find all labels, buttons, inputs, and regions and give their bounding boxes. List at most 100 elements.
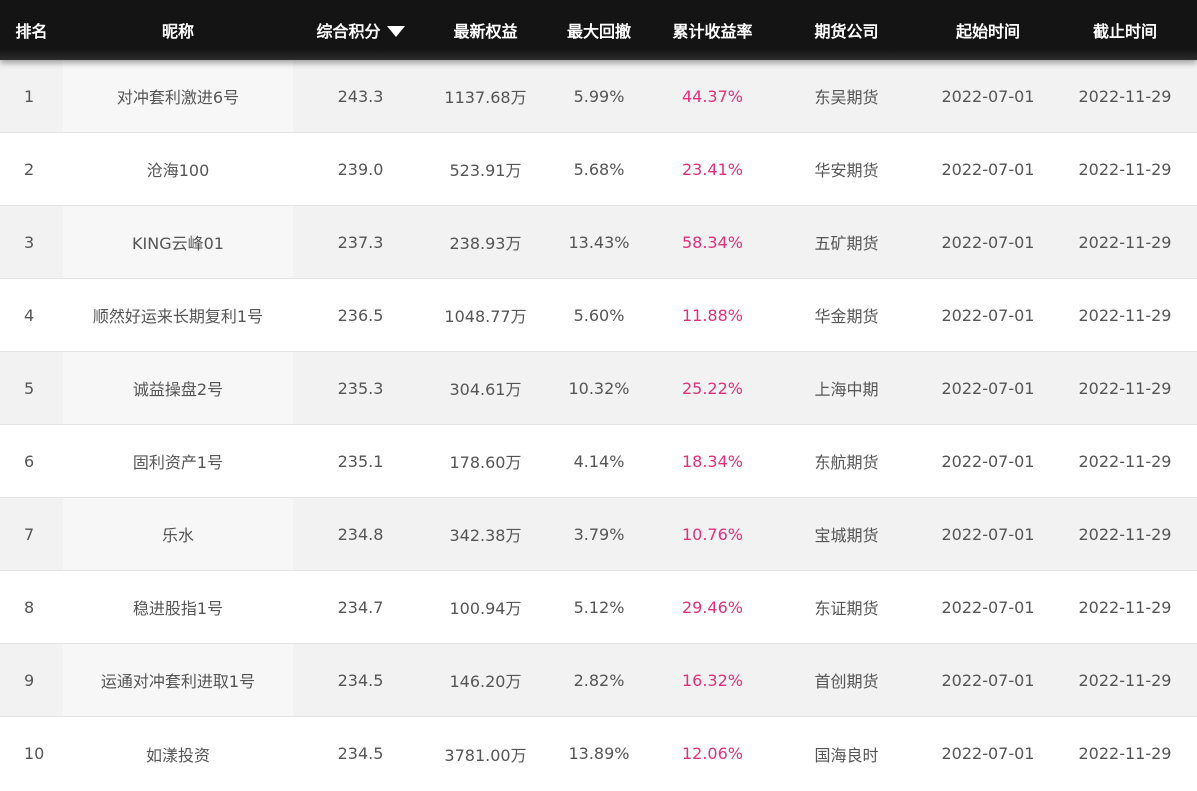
score-cell: 234.8	[337, 524, 384, 544]
rank-cell: 9	[24, 670, 35, 690]
end-date-cell: 2022-11-29	[1078, 305, 1172, 325]
start-date-cell: 2022-07-01	[941, 232, 1035, 252]
table-header: 排名 昵称 综合积分 最新权益 最大回撤 累计收益率 期货公司 起始时间 截止时…	[0, 0, 1197, 60]
nickname-cell[interactable]: 运通对冲套利进取1号	[63, 644, 293, 716]
end-date-cell: 2022-11-29	[1078, 670, 1172, 690]
start-date-cell: 2022-07-01	[941, 159, 1035, 179]
nickname-cell[interactable]: 诚益操盘2号	[63, 352, 293, 424]
return-cell: 23.41%	[681, 159, 743, 179]
table-row[interactable]: 4 顺然好运来长期复利1号 236.5 1048.77万 5.60% 11.88…	[0, 279, 1197, 352]
table-row[interactable]: 6 固利资产1号 235.1 178.60万 4.14% 18.34% 东航期货…	[0, 425, 1197, 498]
return-cell: 18.34%	[681, 451, 743, 471]
table-row[interactable]: 5 诚益操盘2号 235.3 304.61万 10.32% 25.22% 上海中…	[0, 352, 1197, 425]
table-row[interactable]: 2 沧海100 239.0 523.91万 5.68% 23.41% 华安期货 …	[0, 133, 1197, 206]
equity-cell: 238.93万	[449, 234, 522, 253]
return-cell: 58.34%	[681, 232, 743, 252]
score-cell: 239.0	[337, 159, 384, 179]
equity-cell: 304.61万	[449, 380, 522, 399]
end-date-cell: 2022-11-29	[1078, 744, 1172, 763]
header-return: 累计收益率	[672, 22, 753, 41]
start-date-cell: 2022-07-01	[941, 86, 1035, 106]
drawdown-cell: 3.79%	[573, 524, 625, 544]
equity-cell: 342.38万	[449, 526, 522, 545]
rank-cell: 1	[24, 86, 35, 106]
return-cell: 10.76%	[681, 524, 743, 544]
broker-cell: 宝城期货	[814, 526, 879, 545]
broker-cell: 华金期货	[814, 307, 879, 326]
table-row[interactable]: 8 稳进股指1号 234.7 100.94万 5.12% 29.46% 东证期货…	[0, 571, 1197, 644]
nickname-cell[interactable]: 稳进股指1号	[63, 571, 293, 643]
score-cell: 237.3	[337, 232, 384, 252]
nickname-cell[interactable]: 如漾投资	[63, 717, 293, 790]
sort-desc-triangle-icon[interactable]	[386, 25, 405, 37]
nickname-cell[interactable]: 对冲套利激进6号	[63, 60, 293, 132]
header-score-sort[interactable]: 综合积分	[293, 0, 428, 60]
end-date-cell: 2022-11-29	[1078, 597, 1172, 617]
equity-cell: 100.94万	[449, 599, 522, 618]
start-date-cell: 2022-07-01	[941, 744, 1035, 763]
rank-cell: 8	[24, 597, 35, 617]
rank-cell: 2	[24, 159, 35, 179]
table-body: 1 对冲套利激进6号 243.3 1137.68万 5.99% 44.37% 东…	[0, 60, 1197, 790]
drawdown-cell: 2.82%	[573, 670, 625, 690]
table-row[interactable]: 10 如漾投资 234.5 3781.00万 13.89% 12.06% 国海良…	[0, 717, 1197, 790]
header-score-label: 综合积分	[316, 22, 381, 41]
drawdown-cell: 13.43%	[568, 232, 630, 252]
equity-cell: 178.60万	[449, 453, 522, 472]
equity-cell: 1137.68万	[444, 88, 527, 107]
table-row[interactable]: 1 对冲套利激进6号 243.3 1137.68万 5.99% 44.37% 东…	[0, 60, 1197, 133]
rank-cell: 10	[24, 744, 45, 763]
end-date-cell: 2022-11-29	[1078, 378, 1172, 398]
table-row[interactable]: 9 运通对冲套利进取1号 234.5 146.20万 2.82% 16.32% …	[0, 644, 1197, 717]
score-cell: 234.5	[337, 670, 384, 690]
ranking-table: 排名 昵称 综合积分 最新权益 最大回撤 累计收益率 期货公司 起始时间 截止时…	[0, 0, 1197, 791]
start-date-cell: 2022-07-01	[941, 378, 1035, 398]
return-cell: 16.32%	[681, 670, 743, 690]
rank-cell: 3	[24, 232, 35, 252]
header-broker: 期货公司	[814, 22, 879, 41]
header-end-date: 截止时间	[1092, 22, 1157, 41]
nickname-cell[interactable]: 顺然好运来长期复利1号	[63, 279, 293, 351]
broker-cell: 东航期货	[814, 453, 879, 472]
rank-cell: 6	[24, 451, 35, 471]
end-date-cell: 2022-11-29	[1078, 451, 1172, 471]
broker-cell: 国海良时	[814, 745, 879, 765]
nickname-cell[interactable]: KING云峰01	[63, 206, 293, 278]
rank-cell: 4	[24, 305, 35, 325]
equity-cell: 1048.77万	[444, 307, 527, 326]
drawdown-cell: 13.89%	[568, 744, 630, 763]
start-date-cell: 2022-07-01	[941, 451, 1035, 471]
header-nickname: 昵称	[161, 22, 194, 41]
drawdown-cell: 4.14%	[573, 451, 625, 471]
return-cell: 25.22%	[681, 378, 743, 398]
return-cell: 12.06%	[681, 744, 743, 763]
nickname-cell[interactable]: 沧海100	[63, 133, 293, 205]
start-date-cell: 2022-07-01	[941, 670, 1035, 690]
nickname-cell[interactable]: 固利资产1号	[63, 425, 293, 497]
table-row[interactable]: 3 KING云峰01 237.3 238.93万 13.43% 58.34% 五…	[0, 206, 1197, 279]
end-date-cell: 2022-11-29	[1078, 159, 1172, 179]
equity-cell: 523.91万	[449, 161, 522, 180]
broker-cell: 上海中期	[814, 380, 879, 399]
start-date-cell: 2022-07-01	[941, 305, 1035, 325]
end-date-cell: 2022-11-29	[1078, 86, 1172, 106]
score-cell: 235.1	[337, 451, 384, 471]
broker-cell: 华安期货	[814, 161, 879, 180]
drawdown-cell: 5.60%	[573, 305, 625, 325]
end-date-cell: 2022-11-29	[1078, 232, 1172, 252]
return-cell: 11.88%	[681, 305, 743, 325]
start-date-cell: 2022-07-01	[941, 524, 1035, 544]
header-drawdown: 最大回撤	[566, 22, 631, 41]
score-cell: 235.3	[337, 378, 384, 398]
table-row[interactable]: 7 乐水 234.8 342.38万 3.79% 10.76% 宝城期货 202…	[0, 498, 1197, 571]
nickname-cell[interactable]: 乐水	[63, 498, 293, 570]
drawdown-cell: 5.12%	[573, 597, 625, 617]
header-rank: 排名	[15, 22, 48, 41]
end-date-cell: 2022-11-29	[1078, 524, 1172, 544]
header-start-date: 起始时间	[955, 22, 1020, 41]
rank-cell: 5	[24, 378, 35, 398]
broker-cell: 五矿期货	[814, 234, 879, 253]
score-cell: 236.5	[337, 305, 384, 325]
return-cell: 29.46%	[681, 597, 743, 617]
score-cell: 234.7	[337, 597, 384, 617]
